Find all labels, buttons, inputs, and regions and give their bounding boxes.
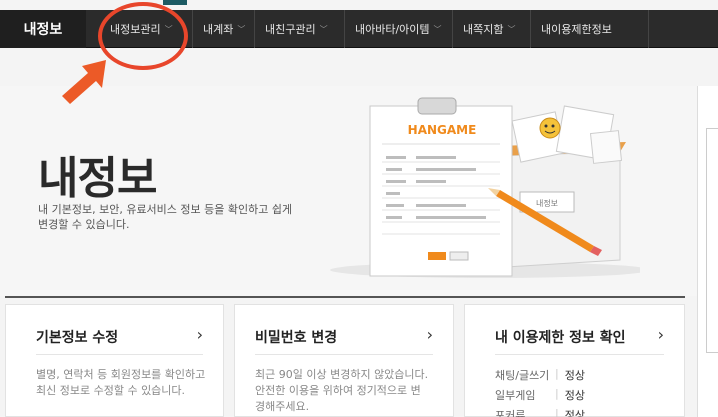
nav-item-my-account[interactable]: 내계좌 ﹀ (192, 10, 254, 48)
status-value: 정상 (564, 369, 585, 382)
card-basic-info[interactable]: 기본정보 수정 › 별명, 연락처 등 회원정보를 확인하고 최신 정보로 수정… (5, 304, 224, 417)
nav-item-label: 내쪽지함 (463, 23, 504, 36)
status-value: 정상 (564, 389, 585, 402)
card-title: 내 이용제한 정보 확인 (495, 330, 626, 346)
status-row: 채팅/글쓰기 | 정상 (495, 367, 585, 382)
chevron-right-icon[interactable]: › (427, 325, 433, 344)
nav-end-cell (648, 10, 718, 48)
section-divider (5, 296, 685, 298)
card-title: 기본정보 수정 (36, 330, 119, 346)
chevron-down-icon: ﹀ (507, 24, 516, 34)
status-key: 일부게임 (495, 389, 536, 402)
nav-item-avatar-items[interactable]: 내아바타/아이템 ﹀ (344, 10, 452, 48)
nav-item-label: 내계좌 (203, 23, 234, 36)
card-description: 별명, 연락처 등 회원정보를 확인하고 최신 정보로 수정할 수 있습니다. (36, 368, 206, 397)
nav-item-label: 내아바타/아이템 (355, 23, 430, 36)
card-divider (255, 354, 433, 355)
page-description: 내 기본정보, 보안, 유료서비스 정보 등을 확인하고 쉽게 변경할 수 있습… (38, 203, 293, 231)
card-restriction-info[interactable]: 내 이용제한 정보 확인 › 채팅/글쓰기 | 정상 일부게임 | 정상 포커류 | 정상 (464, 304, 685, 417)
chevron-down-icon: ﹀ (237, 24, 246, 34)
box-label: 내정보 (536, 198, 558, 208)
chevron-right-icon[interactable]: › (197, 325, 203, 344)
card-description: 최근 90일 이상 변경하지 않았습니다. 안전한 이용을 위하여 정기적으로 … (255, 368, 429, 413)
status-value: 정상 (564, 409, 585, 417)
nav-item-label: 내친구관리 (265, 23, 316, 36)
status-row: 일부게임 | 정상 (495, 387, 585, 402)
card-divider (36, 354, 203, 355)
highlight-circle (98, 2, 188, 70)
chevron-down-icon: ﹀ (433, 24, 442, 34)
chevron-right-icon[interactable]: › (658, 325, 664, 344)
orange-pointer-arrow (62, 60, 106, 104)
status-row: 포커류 | 정상 (495, 407, 585, 417)
nav-item-restriction-info[interactable]: 내이용제한정보 (530, 10, 630, 48)
card-divider (495, 354, 664, 355)
page-title: 내정보 (38, 153, 157, 204)
hero-illustration: 내정보 HANGAME (330, 97, 640, 278)
clipboard-brand: HANGAME (408, 123, 477, 137)
clipboard: HANGAME (369, 97, 513, 277)
nav-item-label: 내이용제한정보 (541, 23, 612, 36)
chevron-down-icon: ﹀ (319, 24, 328, 34)
top-tab-sliver (163, 0, 187, 5)
hero-banner: 내정보 내 기본정보, 보안, 유료서비스 정보 등을 확인하고 쉽게 변경할 … (0, 86, 697, 296)
status-key: 채팅/글쓰기 (495, 369, 550, 382)
card-title: 비밀번호 변경 (255, 330, 338, 346)
nav-home-link[interactable]: 내정보 (0, 10, 86, 48)
status-key: 포커류 (495, 409, 526, 417)
right-side-panel (697, 86, 718, 417)
nav-item-messages[interactable]: 내쪽지함 ﹀ (452, 10, 530, 48)
nav-item-friends[interactable]: 내친구관리 ﹀ (254, 10, 344, 48)
card-password-change[interactable]: 비밀번호 변경 › 최근 90일 이상 변경하지 않았습니다. 안전한 이용을 … (234, 304, 454, 417)
side-panel-box (706, 128, 718, 353)
